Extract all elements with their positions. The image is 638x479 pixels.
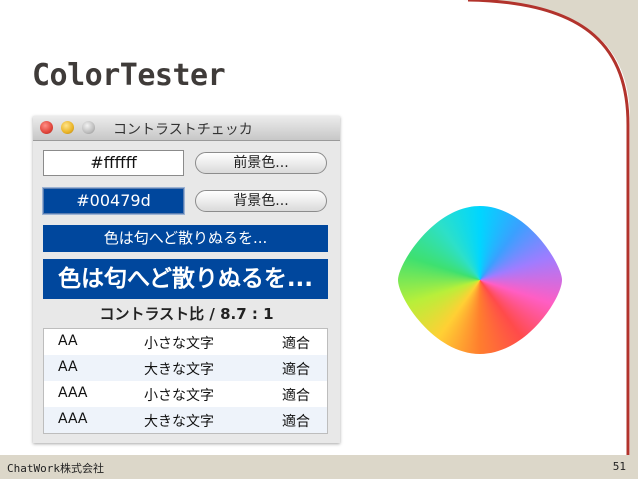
- results-table: AA 小さな文字 適合 AA 大きな文字 適合 AAA 小さな文字 適合 AAA…: [43, 328, 328, 434]
- foreground-color-field[interactable]: #ffffff: [43, 150, 184, 176]
- result-verdict: 適合: [282, 336, 310, 352]
- result-text-size: 大きな文字: [144, 362, 214, 378]
- zoom-traffic-light-icon[interactable]: [82, 121, 95, 134]
- page-number: 51: [612, 460, 626, 473]
- window-title: コントラストチェッカ: [113, 122, 253, 138]
- slide-footer: ChatWork株式会社 51: [0, 455, 638, 479]
- foreground-color-button[interactable]: 前景色...: [195, 152, 327, 174]
- result-verdict: 適合: [282, 388, 310, 404]
- sample-text-small: 色は匂へど散りぬるを...: [43, 225, 328, 252]
- table-row: AAA 大きな文字 適合: [44, 407, 327, 433]
- result-level: AAA: [58, 411, 88, 427]
- minimize-traffic-light-icon[interactable]: [61, 121, 74, 134]
- window-titlebar[interactable]: コントラストチェッカ: [33, 116, 340, 141]
- result-text-size: 小さな文字: [144, 388, 214, 404]
- color-wheel-icon: [398, 206, 562, 354]
- result-text-size: 小さな文字: [144, 336, 214, 352]
- contrast-checker-window: コントラストチェッカ #ffffff 前景色... #00479d 背景色...…: [33, 116, 340, 443]
- table-row: AA 小さな文字 適合: [44, 329, 327, 355]
- result-level: AA: [58, 359, 78, 375]
- result-verdict: 適合: [282, 414, 310, 430]
- table-row: AAA 小さな文字 適合: [44, 381, 327, 407]
- result-level: AAA: [58, 385, 88, 401]
- result-level: AA: [58, 333, 78, 349]
- contrast-ratio-label: コントラスト比 / 8.7 : 1: [99, 305, 274, 323]
- sample-text-large: 色は匂へど散りぬるを...: [43, 259, 328, 299]
- footer-company: ChatWork株式会社: [7, 462, 104, 475]
- result-verdict: 適合: [282, 362, 310, 378]
- close-traffic-light-icon[interactable]: [40, 121, 53, 134]
- slide-title: ColorTester: [32, 58, 226, 93]
- table-row: AA 大きな文字 適合: [44, 355, 327, 381]
- background-color-button[interactable]: 背景色...: [195, 190, 327, 212]
- background-color-field[interactable]: #00479d: [42, 187, 185, 215]
- result-text-size: 大きな文字: [144, 414, 214, 430]
